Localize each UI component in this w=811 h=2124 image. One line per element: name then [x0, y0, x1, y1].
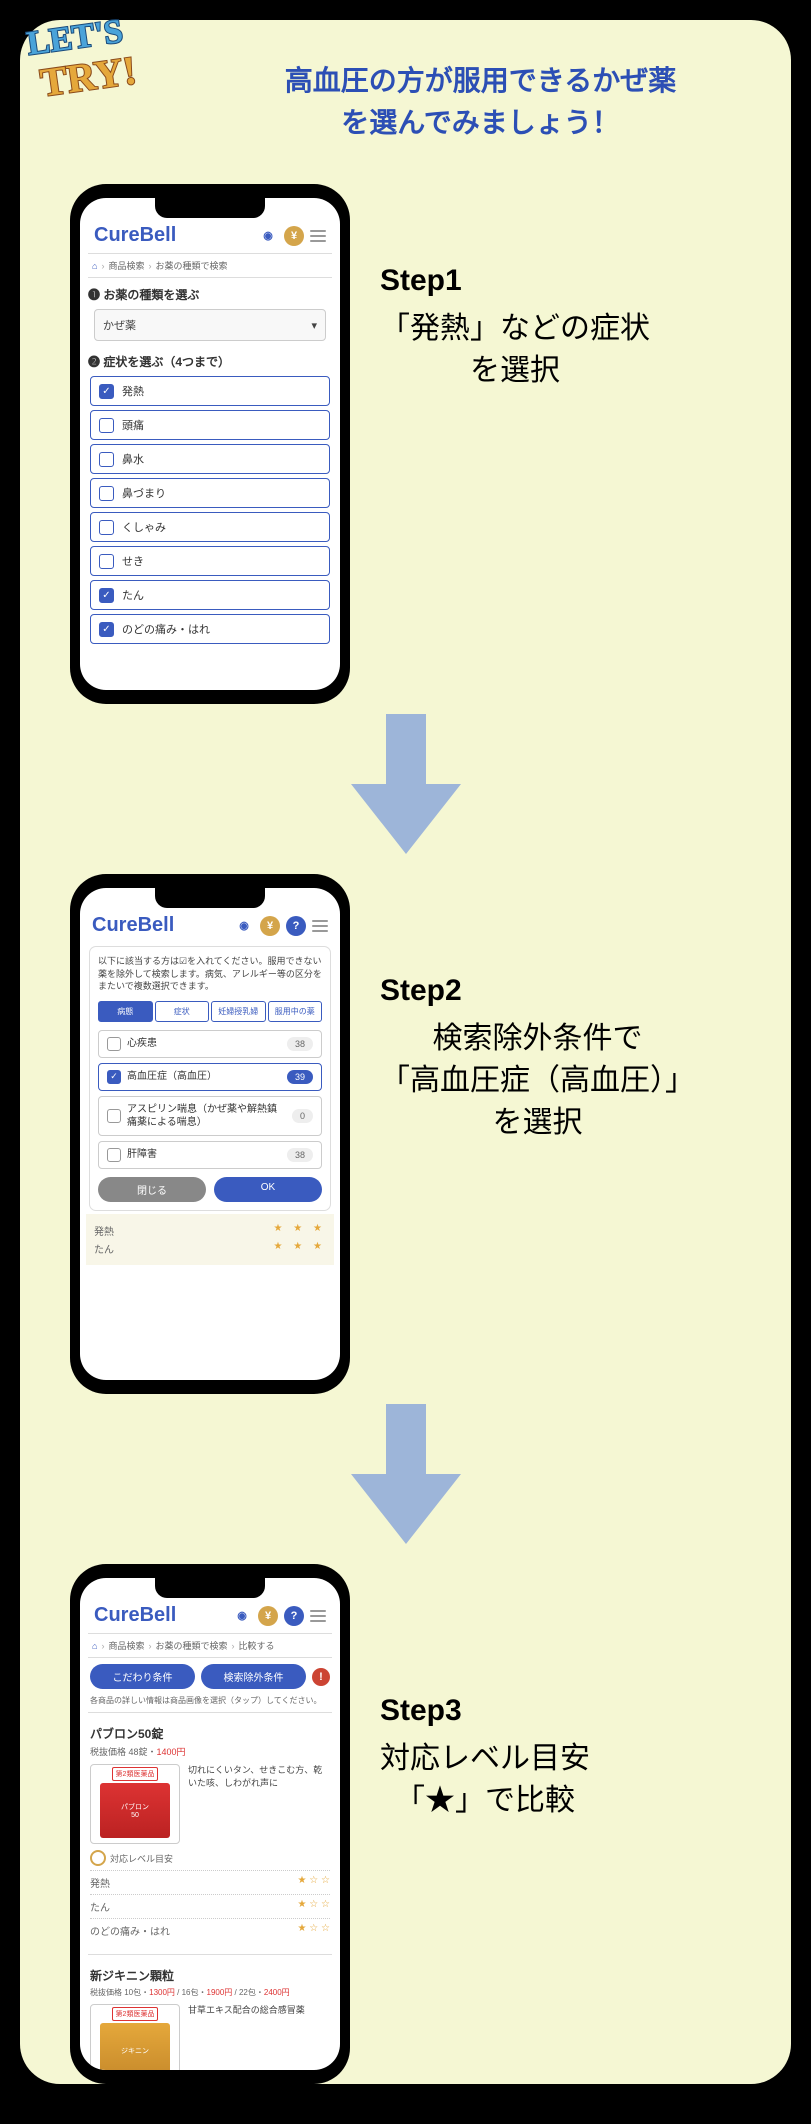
product-card-2[interactable]: 新ジキニン顆粒 税抜価格 10包・1300円 / 16包・1900円 / 22包… [88, 1961, 332, 2070]
step2-desc: 検索除外条件で 「高血圧症（高血圧）」 を選択 [380, 1018, 695, 1144]
medicine-type-select[interactable]: かぜ薬 ▾ [94, 309, 326, 341]
step1-desc: 「発熱」などの症状 を選択 [380, 308, 650, 392]
symptom-checkbox[interactable]: ✓発熱 [90, 376, 330, 406]
filter-button[interactable]: こだわり条件 [90, 1664, 195, 1689]
help-icon[interactable]: ? [286, 916, 306, 936]
rating-row: たん★ ☆ ☆ [90, 1894, 330, 1918]
phone-step3: CureBell ◉ ¥ ? ⌂ › 商品検索 › お薬の種類で検索 [70, 1564, 350, 2084]
location-icon[interactable]: ◉ [234, 916, 254, 936]
breadcrumb: ⌂ › 商品検索 › お薬の種類で検索 › 比較する [88, 1633, 332, 1658]
condition-checkbox[interactable]: アスピリン喘息（かぜ薬や解熱鎮痛薬による喘息）0 [98, 1096, 322, 1136]
modal-instruction: 以下に該当する方は☑を入れてください。服用できない薬を除外して検索します。病気、… [98, 955, 322, 993]
phone-step1: CureBell ◉ ¥ ⌂ › 商品検索 › お薬の種類で検索 [70, 184, 350, 704]
coin-icon[interactable]: ¥ [284, 226, 304, 246]
menu-icon[interactable] [310, 1610, 326, 1622]
step3-desc: 対応レベル目安 「★」で比較 [380, 1738, 590, 1822]
symptom-checkbox[interactable]: くしゃみ [90, 512, 330, 542]
tap-note: 各商品の詳しい情報は商品画像を選択（タップ）してください。 [90, 1695, 330, 1706]
coin-icon[interactable]: ¥ [260, 916, 280, 936]
product-image[interactable]: 第2類医薬品 パブロン50 [90, 1764, 180, 1844]
help-icon[interactable]: ? [284, 1606, 304, 1626]
symptom-checkbox[interactable]: 鼻水 [90, 444, 330, 474]
location-icon[interactable]: ◉ [258, 226, 278, 246]
symptom-checkbox[interactable]: ✓たん [90, 580, 330, 610]
coin-icon[interactable]: ¥ [258, 1606, 278, 1626]
breadcrumb: ⌂ › 商品検索 › お薬の種類で検索 [88, 253, 332, 278]
home-icon[interactable]: ⌂ [92, 1641, 97, 1651]
menu-icon[interactable] [310, 230, 326, 242]
rating-row: 発熱★ ☆ ☆ [90, 1870, 330, 1894]
home-icon[interactable]: ⌂ [92, 261, 97, 271]
phone-step2: CureBell ◉ ¥ ? 以下に該当する方は☑を入れてください。服用できない… [70, 874, 350, 1394]
symptom-checkbox[interactable]: せき [90, 546, 330, 576]
arrow-2 [50, 1404, 761, 1544]
chevron-down-icon: ▾ [311, 319, 317, 332]
close-button[interactable]: 閉じる [98, 1177, 206, 1202]
step1-title: Step1 [380, 264, 650, 298]
product-image[interactable]: 第2類医薬品 ジキニン [90, 2004, 180, 2070]
filter-tab[interactable]: 服用中の薬 [268, 1001, 323, 1022]
menu-icon[interactable] [312, 920, 328, 932]
step3-block: CureBell ◉ ¥ ? ⌂ › 商品検索 › お薬の種類で検索 [50, 1564, 761, 2084]
exclusion-modal: 以下に該当する方は☑を入れてください。服用できない薬を除外して検索します。病気、… [90, 947, 330, 1210]
tutorial-card: LET'S TRY! 高血圧の方が服用できるかぜ薬 を選んでみましょう！ Cur… [20, 20, 791, 2084]
symptom-checkbox[interactable]: 頭痛 [90, 410, 330, 440]
step2-title: Step2 [380, 974, 695, 1008]
app-logo: CureBell [94, 224, 176, 247]
filter-tab[interactable]: 病態 [98, 1001, 153, 1022]
arrow-1 [50, 714, 761, 854]
condition-checkbox[interactable]: 心疾患38 [98, 1030, 322, 1058]
ok-button[interactable]: OK [214, 1177, 322, 1202]
symptom-checkbox[interactable]: 鼻づまり [90, 478, 330, 508]
filter-tab[interactable]: 症状 [155, 1001, 210, 1022]
condition-checkbox[interactable]: ✓高血圧症（高血圧）39 [98, 1063, 322, 1091]
section-type-label: ❶ お薬の種類を選ぶ [88, 286, 332, 303]
step1-block: CureBell ◉ ¥ ⌂ › 商品検索 › お薬の種類で検索 [50, 184, 761, 704]
lets-try-badge: LET'S TRY! [10, 0, 190, 120]
exclusion-button[interactable]: 検索除外条件 [201, 1664, 306, 1689]
filter-tab[interactable]: 妊婦授乳婦 [211, 1001, 266, 1022]
section-symptom-label: ❷ 症状を選ぶ（4つまで） [88, 353, 332, 370]
location-icon[interactable]: ◉ [232, 1606, 252, 1626]
step2-block: CureBell ◉ ¥ ? 以下に該当する方は☑を入れてください。服用できない… [50, 874, 761, 1394]
product-card-1[interactable]: パブロン50錠 税抜価格 48錠・1400円 第2類医薬品 パブロン50 切れに… [88, 1719, 332, 1948]
app-logo: CureBell [94, 1604, 176, 1627]
condition-checkbox[interactable]: 肝障害38 [98, 1141, 322, 1169]
app-logo: CureBell [92, 914, 174, 937]
step3-title: Step3 [380, 1694, 590, 1728]
alert-icon[interactable]: ! [312, 1668, 330, 1686]
symptom-checkbox[interactable]: ✓のどの痛み・はれ [90, 614, 330, 644]
rating-row: のどの痛み・はれ★ ☆ ☆ [90, 1918, 330, 1942]
